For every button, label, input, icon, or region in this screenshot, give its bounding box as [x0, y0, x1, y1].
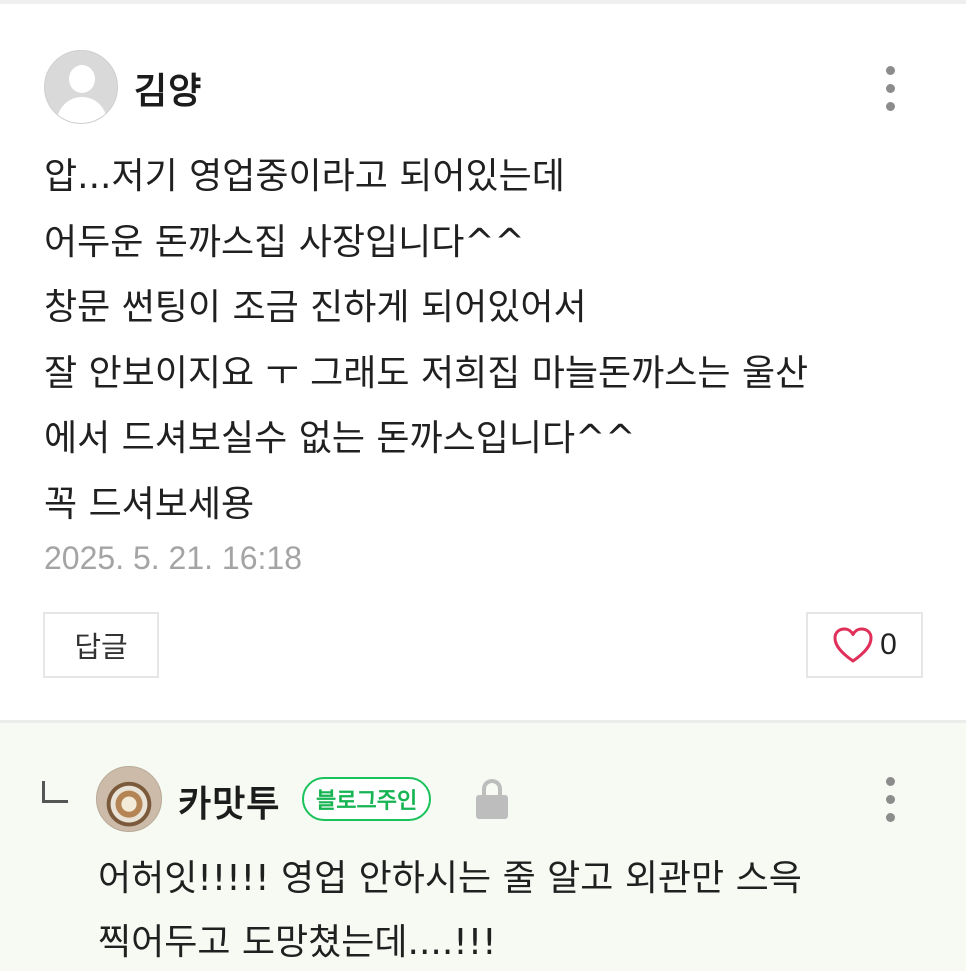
default-profile-icon[interactable]	[44, 50, 118, 124]
reply-item: 카맛투 블로그주인 어허잇!!!!! 영업 안하시는 줄 알고 외관만 스윽 찍…	[0, 723, 966, 971]
comment-line: 창문 썬팅이 조금 진하게 되어있어서	[44, 287, 587, 328]
reply-arrow-icon	[42, 781, 68, 803]
more-options-icon[interactable]	[878, 64, 902, 114]
avatar-body	[57, 97, 107, 123]
coffee-latte-avatar[interactable]	[96, 766, 162, 832]
lock-icon	[476, 779, 508, 819]
comment-line: 꼭 드셔보세용	[44, 483, 255, 525]
reply-author[interactable]: 카맛투	[178, 775, 280, 827]
heart-icon	[833, 627, 873, 663]
comment-line: 어두운 돈까스집 사장입니다^^	[44, 221, 525, 263]
like-button[interactable]: 0	[806, 612, 923, 678]
like-count: 0	[880, 628, 897, 661]
comment-item: 김양 압...저기 영업중이라고 되어있는데 어두운 돈까스집 사장입니다^^ …	[0, 4, 966, 720]
comment-author[interactable]: 김양	[134, 62, 202, 114]
reply-button[interactable]: 답글	[43, 612, 159, 678]
avatar-head	[69, 65, 95, 93]
comment-line: 압...저기 영업중이라고 되어있는데	[44, 156, 565, 197]
reply-line: 어허잇!!!!! 영업 안하시는 줄 알고 외관만 스윽	[98, 858, 802, 899]
reply-more-options-icon[interactable]	[878, 775, 902, 825]
reply-line: 찍어두고 도망쳤는데....!!!	[98, 922, 497, 963]
comment-line: 에서 드셔보실수 없는 돈까스입니다^^	[44, 418, 636, 459]
comment-date: 2025. 5. 21. 16:18	[44, 540, 302, 576]
blog-owner-badge: 블로그주인	[302, 777, 432, 821]
reply-text: 어허잇!!!!! 영업 안하시는 줄 알고 외관만 스윽 찍어두고 도망쳤는데.…	[98, 847, 938, 971]
comment-line: 잘 안보이지요 ㅜ 그래도 저희집 마늘돈까스는 울산	[44, 352, 809, 394]
comment-text: 압...저기 영업중이라고 되어있는데 어두운 돈까스집 사장입니다^^ 창문 …	[44, 144, 924, 537]
